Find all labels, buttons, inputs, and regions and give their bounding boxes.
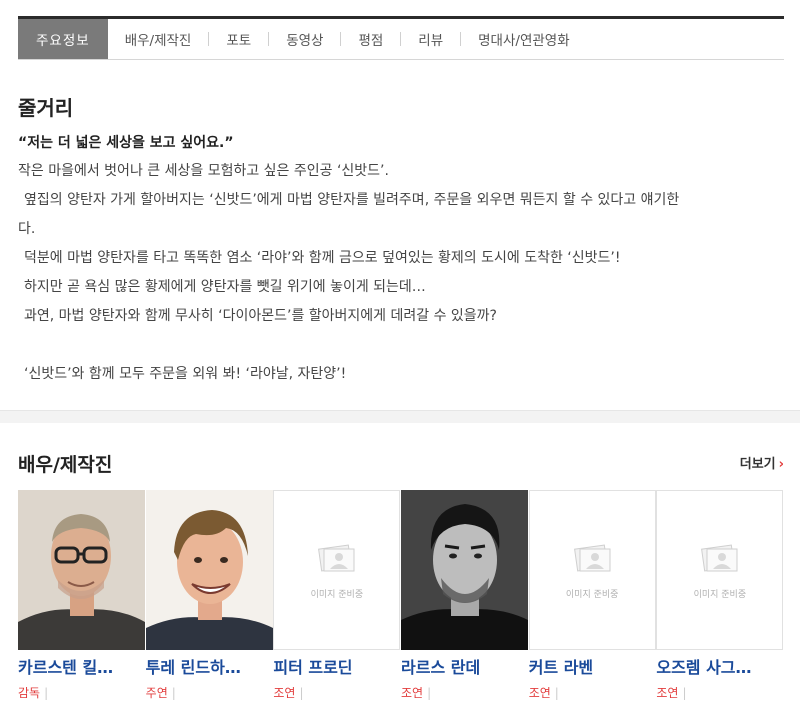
person-role: 주연 |	[146, 684, 274, 701]
tab-rating[interactable]: 평점	[341, 19, 400, 59]
person-role-label: 조연	[401, 686, 424, 700]
role-separator: |	[171, 686, 176, 700]
cast-list: 카르스텐 킬… 감독 | 투레 린드하… 주연 | 이미지 준비중 피터 프로딘…	[18, 490, 784, 710]
person-photo[interactable]: 이미지 준비중	[656, 490, 784, 650]
person-role-label: 조연	[528, 686, 551, 700]
synopsis-text: 작은 마을에서 벗어나 큰 세상을 모험하고 싶은 주인공 ‘신밧드’. 옆집의…	[18, 157, 788, 389]
synopsis-line: 과연, 마법 양탄자와 함께 무사히 ‘다이아몬드’를 할아버지에게 데려갈 수…	[24, 308, 497, 324]
cast-card[interactable]: 이미지 준비중 커트 라벤 조연 |	[528, 490, 657, 710]
image-placeholder-icon	[318, 544, 355, 572]
cast-card[interactable]: 이미지 준비중 오즈렘 사그… 조연 |	[656, 490, 784, 710]
person-role: 감독 |	[18, 684, 146, 701]
synopsis-line: 옆집의 양탄자 가게 할아버지는 ‘신밧드’에게 마법 양탄자를 빌려주며, 주…	[24, 192, 680, 208]
person-role: 조연 |	[273, 684, 401, 701]
man-bw-photo	[401, 490, 529, 650]
synopsis-line: 작은 마을에서 벗어나 큰 세상을 모험하고 싶은 주인공 ‘신밧드’.	[18, 163, 389, 179]
person-name[interactable]: 라르스 란데	[401, 654, 525, 678]
person-name[interactable]: 피터 프로딘	[273, 654, 397, 678]
person-role: 조연 |	[529, 684, 657, 701]
man-smile-photo	[145, 490, 273, 650]
cast-section-title: 배우/제작진	[18, 454, 113, 476]
more-link[interactable]: 더보기 ›	[740, 453, 784, 472]
cast-card[interactable]: 투레 린드하… 주연 |	[145, 490, 274, 710]
tab-photo[interactable]: 포토	[209, 19, 268, 59]
tab-video[interactable]: 동영상	[269, 19, 340, 59]
cast-card[interactable]: 이미지 준비중 피터 프로딘 조연 |	[273, 490, 401, 710]
person-role-label: 감독	[18, 686, 41, 700]
image-placeholder-icon	[701, 544, 738, 572]
placeholder-text: 이미지 준비중	[693, 590, 747, 600]
tab-main-info[interactable]: 주요정보	[18, 19, 108, 59]
person-photo[interactable]	[18, 490, 145, 650]
section-divider	[0, 410, 800, 423]
person-role-label: 주연	[145, 686, 168, 700]
movie-info-page: 주요정보 배우/제작진 포토 동영상 평점 리뷰 명대사/연관영화 줄거리 “저…	[0, 0, 800, 712]
tab-quotes-related[interactable]: 명대사/연관영화	[461, 19, 587, 59]
role-separator: |	[427, 686, 432, 700]
person-name[interactable]: 오즈렘 사그…	[656, 654, 780, 678]
synopsis-title: 줄거리	[18, 96, 74, 120]
synopsis-line: 덕분에 마법 양탄자를 타고 똑똑한 염소 ‘라야’와 함께 금으로 덮여있는 …	[24, 250, 621, 266]
tab-cast-crew[interactable]: 배우/제작진	[108, 19, 209, 59]
synopsis-tagline: “저는 더 넓은 세상을 보고 싶어요.”	[18, 135, 234, 151]
tab-review[interactable]: 리뷰	[401, 19, 460, 59]
cast-card[interactable]: 카르스텐 킬… 감독 |	[18, 490, 146, 710]
placeholder-text: 이미지 준비중	[565, 590, 619, 600]
info-tab-bar: 주요정보 배우/제작진 포토 동영상 평점 리뷰 명대사/연관영화	[18, 16, 784, 60]
person-photo[interactable]	[145, 490, 273, 650]
role-separator: |	[682, 686, 687, 700]
person-photo[interactable]: 이미지 준비중	[273, 490, 401, 650]
person-photo[interactable]: 이미지 준비중	[528, 490, 656, 650]
synopsis-line: 다.	[18, 221, 36, 237]
person-photo[interactable]	[401, 490, 529, 650]
image-placeholder-icon	[573, 544, 611, 572]
role-separator: |	[554, 686, 559, 700]
cast-card[interactable]: 라르스 란데 조연 |	[401, 490, 529, 710]
role-separator: |	[44, 686, 49, 700]
person-name[interactable]: 커트 라벤	[529, 654, 653, 678]
person-name[interactable]: 카르스텐 킬…	[18, 654, 142, 678]
more-label: 더보기	[739, 457, 776, 472]
placeholder-text: 이미지 준비중	[310, 590, 364, 600]
synopsis-line	[18, 331, 788, 360]
role-separator: |	[299, 686, 304, 700]
person-role: 조연 |	[656, 684, 784, 701]
synopsis-line: 하지만 곧 욕심 많은 황제에게 양탄자를 뺏길 위기에 놓이게 되는데…	[24, 279, 426, 295]
person-role-label: 조연	[273, 686, 296, 700]
man-glasses-photo	[18, 490, 145, 650]
person-name[interactable]: 투레 린드하…	[146, 654, 270, 678]
synopsis-line: ‘신밧드’와 함께 모두 주문을 외워 봐! ‘라야날, 자탄양’!	[24, 366, 347, 382]
chevron-right-icon: ›	[778, 457, 784, 472]
person-role: 조연 |	[401, 684, 529, 701]
person-role-label: 조연	[656, 686, 679, 700]
